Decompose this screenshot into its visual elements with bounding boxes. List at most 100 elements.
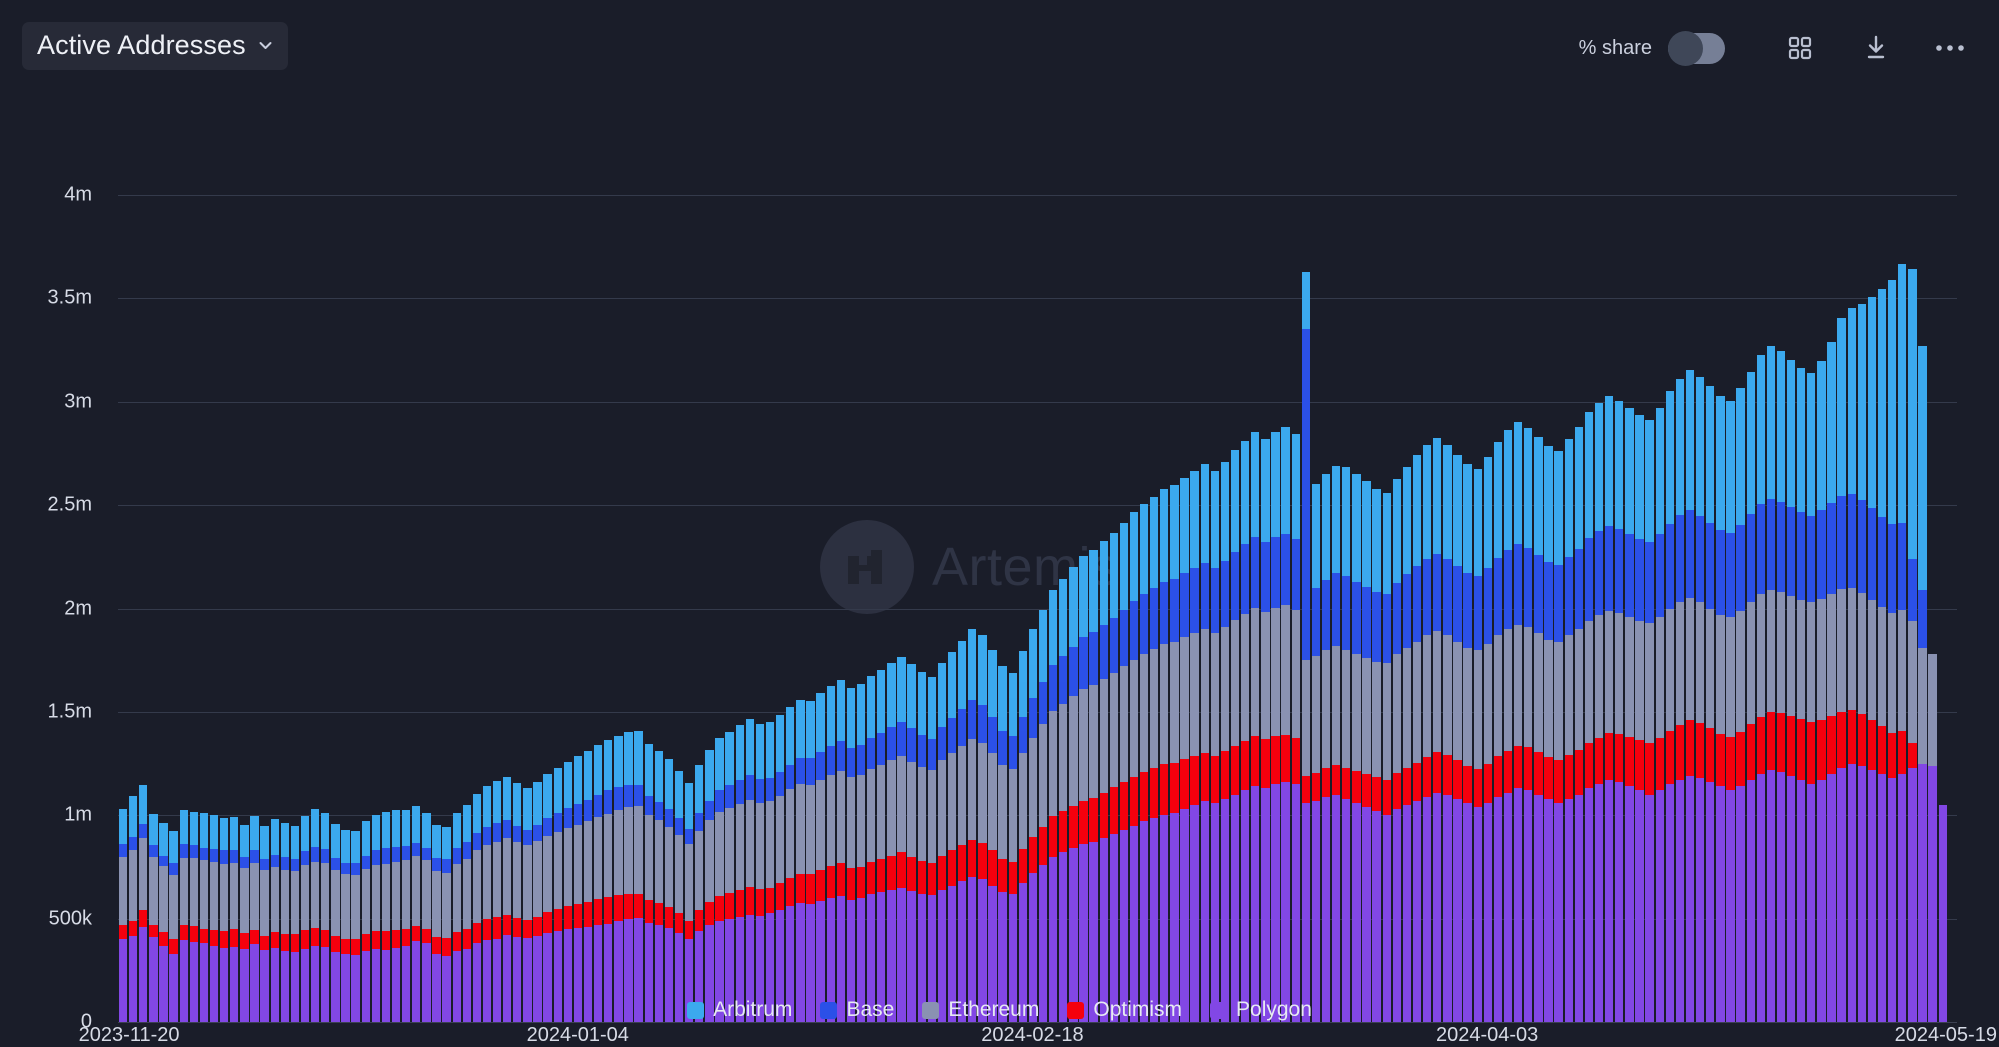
bar-column[interactable]: [179, 195, 189, 1022]
bar-column[interactable]: [320, 195, 330, 1022]
bar-column[interactable]: [351, 195, 361, 1022]
legend-item-arbitrum[interactable]: Arbitrum: [687, 998, 792, 1022]
bar-column[interactable]: [158, 195, 168, 1022]
bar-column[interactable]: [623, 195, 633, 1022]
bar-column[interactable]: [1867, 195, 1877, 1022]
bar-column[interactable]: [229, 195, 239, 1022]
bar-column[interactable]: [1685, 195, 1695, 1022]
bar-column[interactable]: [1847, 195, 1857, 1022]
bar-column[interactable]: [1402, 195, 1412, 1022]
bar-column[interactable]: [340, 195, 350, 1022]
bar-column[interactable]: [1705, 195, 1715, 1022]
bar-column[interactable]: [1260, 195, 1270, 1022]
bar-column[interactable]: [1675, 195, 1685, 1022]
bar-column[interactable]: [1493, 195, 1503, 1022]
bar-column[interactable]: [512, 195, 522, 1022]
bar-column[interactable]: [1604, 195, 1614, 1022]
bar-column[interactable]: [694, 195, 704, 1022]
bar-column[interactable]: [361, 195, 371, 1022]
bar-column[interactable]: [472, 195, 482, 1022]
bar-column[interactable]: [1786, 195, 1796, 1022]
bar-column[interactable]: [927, 195, 937, 1022]
bar-column[interactable]: [1655, 195, 1665, 1022]
bar-column[interactable]: [1574, 195, 1584, 1022]
bar-column[interactable]: [128, 195, 138, 1022]
bar-column[interactable]: [1746, 195, 1756, 1022]
metric-selector-dropdown[interactable]: Active Addresses: [22, 22, 288, 70]
bar-column[interactable]: [856, 195, 866, 1022]
bar-column[interactable]: [704, 195, 714, 1022]
bar-column[interactable]: [1139, 195, 1149, 1022]
bar-column[interactable]: [785, 195, 795, 1022]
bar-column[interactable]: [664, 195, 674, 1022]
bar-column[interactable]: [452, 195, 462, 1022]
bar-column[interactable]: [1311, 195, 1321, 1022]
bar-column[interactable]: [1341, 195, 1351, 1022]
bar-column[interactable]: [836, 195, 846, 1022]
bar-column[interactable]: [1645, 195, 1655, 1022]
bar-column[interactable]: [1210, 195, 1220, 1022]
bar-column[interactable]: [1857, 195, 1867, 1022]
bar-column[interactable]: [1756, 195, 1766, 1022]
bar-column[interactable]: [1736, 195, 1746, 1022]
bar-column[interactable]: [1149, 195, 1159, 1022]
grid-view-icon[interactable]: [1777, 28, 1823, 68]
bar-column[interactable]: [1159, 195, 1169, 1022]
bar-column[interactable]: [1948, 195, 1958, 1022]
bar-column[interactable]: [1584, 195, 1594, 1022]
bar-column[interactable]: [553, 195, 563, 1022]
bar-column[interactable]: [896, 195, 906, 1022]
bar-column[interactable]: [947, 195, 957, 1022]
bar-column[interactable]: [532, 195, 542, 1022]
bar-column[interactable]: [1361, 195, 1371, 1022]
bar-column[interactable]: [1928, 195, 1938, 1022]
bar-column[interactable]: [502, 195, 512, 1022]
bar-column[interactable]: [977, 195, 987, 1022]
bar-column[interactable]: [745, 195, 755, 1022]
bar-column[interactable]: [1109, 195, 1119, 1022]
bar-column[interactable]: [1513, 195, 1523, 1022]
bar-column[interactable]: [310, 195, 320, 1022]
bar-column[interactable]: [1503, 195, 1513, 1022]
bar-column[interactable]: [492, 195, 502, 1022]
bar-column[interactable]: [1058, 195, 1068, 1022]
bar-column[interactable]: [876, 195, 886, 1022]
bar-column[interactable]: [391, 195, 401, 1022]
bar-column[interactable]: [1442, 195, 1452, 1022]
bar-column[interactable]: [1089, 195, 1099, 1022]
bar-column[interactable]: [1119, 195, 1129, 1022]
bar-column[interactable]: [1463, 195, 1473, 1022]
bar-column[interactable]: [1200, 195, 1210, 1022]
bar-column[interactable]: [1695, 195, 1705, 1022]
bar-column[interactable]: [1220, 195, 1230, 1022]
bar-column[interactable]: [1554, 195, 1564, 1022]
bar-column[interactable]: [1452, 195, 1462, 1022]
bar-column[interactable]: [1422, 195, 1432, 1022]
bar-column[interactable]: [1432, 195, 1442, 1022]
legend-item-ethereum[interactable]: Ethereum: [922, 998, 1039, 1022]
bar-column[interactable]: [442, 195, 452, 1022]
bar-column[interactable]: [1078, 195, 1088, 1022]
bar-column[interactable]: [644, 195, 654, 1022]
bar-column[interactable]: [634, 195, 644, 1022]
bar-column[interactable]: [280, 195, 290, 1022]
bar-column[interactable]: [1281, 195, 1291, 1022]
bar-column[interactable]: [1270, 195, 1280, 1022]
legend-item-optimism[interactable]: Optimism: [1067, 998, 1182, 1022]
bar-column[interactable]: [1038, 195, 1048, 1022]
bar-column[interactable]: [1634, 195, 1644, 1022]
bar-column[interactable]: [1725, 195, 1735, 1022]
bar-column[interactable]: [1099, 195, 1109, 1022]
bar-column[interactable]: [1523, 195, 1533, 1022]
bar-column[interactable]: [1614, 195, 1624, 1022]
bar-column[interactable]: [795, 195, 805, 1022]
bar-column[interactable]: [199, 195, 209, 1022]
legend-item-polygon[interactable]: Polygon: [1210, 998, 1312, 1022]
bar-column[interactable]: [866, 195, 876, 1022]
more-options-icon[interactable]: [1927, 28, 1973, 68]
bar-column[interactable]: [1129, 195, 1139, 1022]
bar-column[interactable]: [290, 195, 300, 1022]
bar-column[interactable]: [1897, 195, 1907, 1022]
bar-column[interactable]: [998, 195, 1008, 1022]
bar-column[interactable]: [1766, 195, 1776, 1022]
